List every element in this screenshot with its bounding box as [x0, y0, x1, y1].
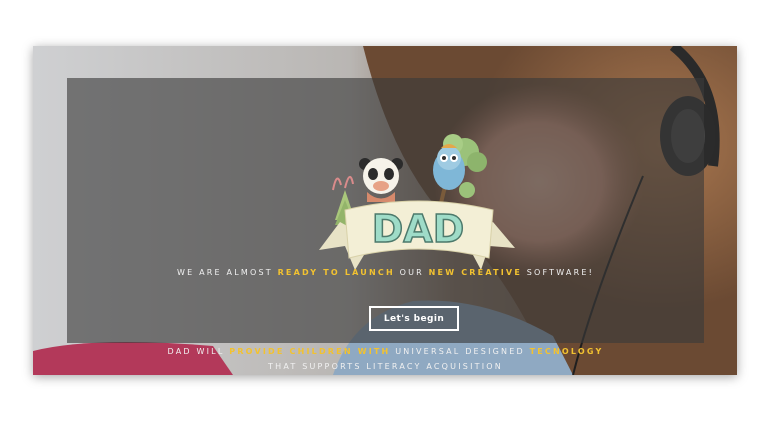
mission-line-1: DAD WILL PROVIDE CHILDREN WITH UNIVERSAL…: [67, 344, 704, 359]
mission-text-2: UNIVERSAL DESIGNED: [390, 347, 530, 356]
mission-text-1: DAD WILL: [167, 347, 230, 356]
tagline-highlight-2: NEW CREATIVE: [428, 268, 522, 277]
mission-highlight-1: PROVIDE CHILDREN WITH: [229, 347, 391, 356]
tagline-text-3: SOFTWARE!: [521, 268, 595, 277]
mission-statement: DAD WILL PROVIDE CHILDREN WITH UNIVERSAL…: [67, 344, 704, 374]
hero-overlay: DAD WE ARE ALMOST READY TO LAUNCH OUR NE…: [67, 78, 704, 371]
panda-icon: [359, 158, 403, 202]
tagline-text-2: OUR: [394, 268, 429, 277]
mission-line-2: THAT SUPPORTS LITERACY ACQUISITION: [268, 362, 503, 371]
dad-logo: DAD: [319, 134, 515, 270]
lets-begin-button[interactable]: Let's begin: [369, 306, 459, 331]
tagline-highlight-1: READY TO LAUNCH: [277, 268, 395, 277]
mission-highlight-2: TECNOLOGY: [529, 347, 604, 356]
logo-text: DAD: [372, 207, 465, 251]
tagline-text-1: WE ARE ALMOST: [176, 268, 278, 277]
hero-section: DAD WE ARE ALMOST READY TO LAUNCH OUR NE…: [33, 46, 737, 375]
tagline: WE ARE ALMOST READY TO LAUNCH OUR NEW CR…: [67, 268, 704, 277]
